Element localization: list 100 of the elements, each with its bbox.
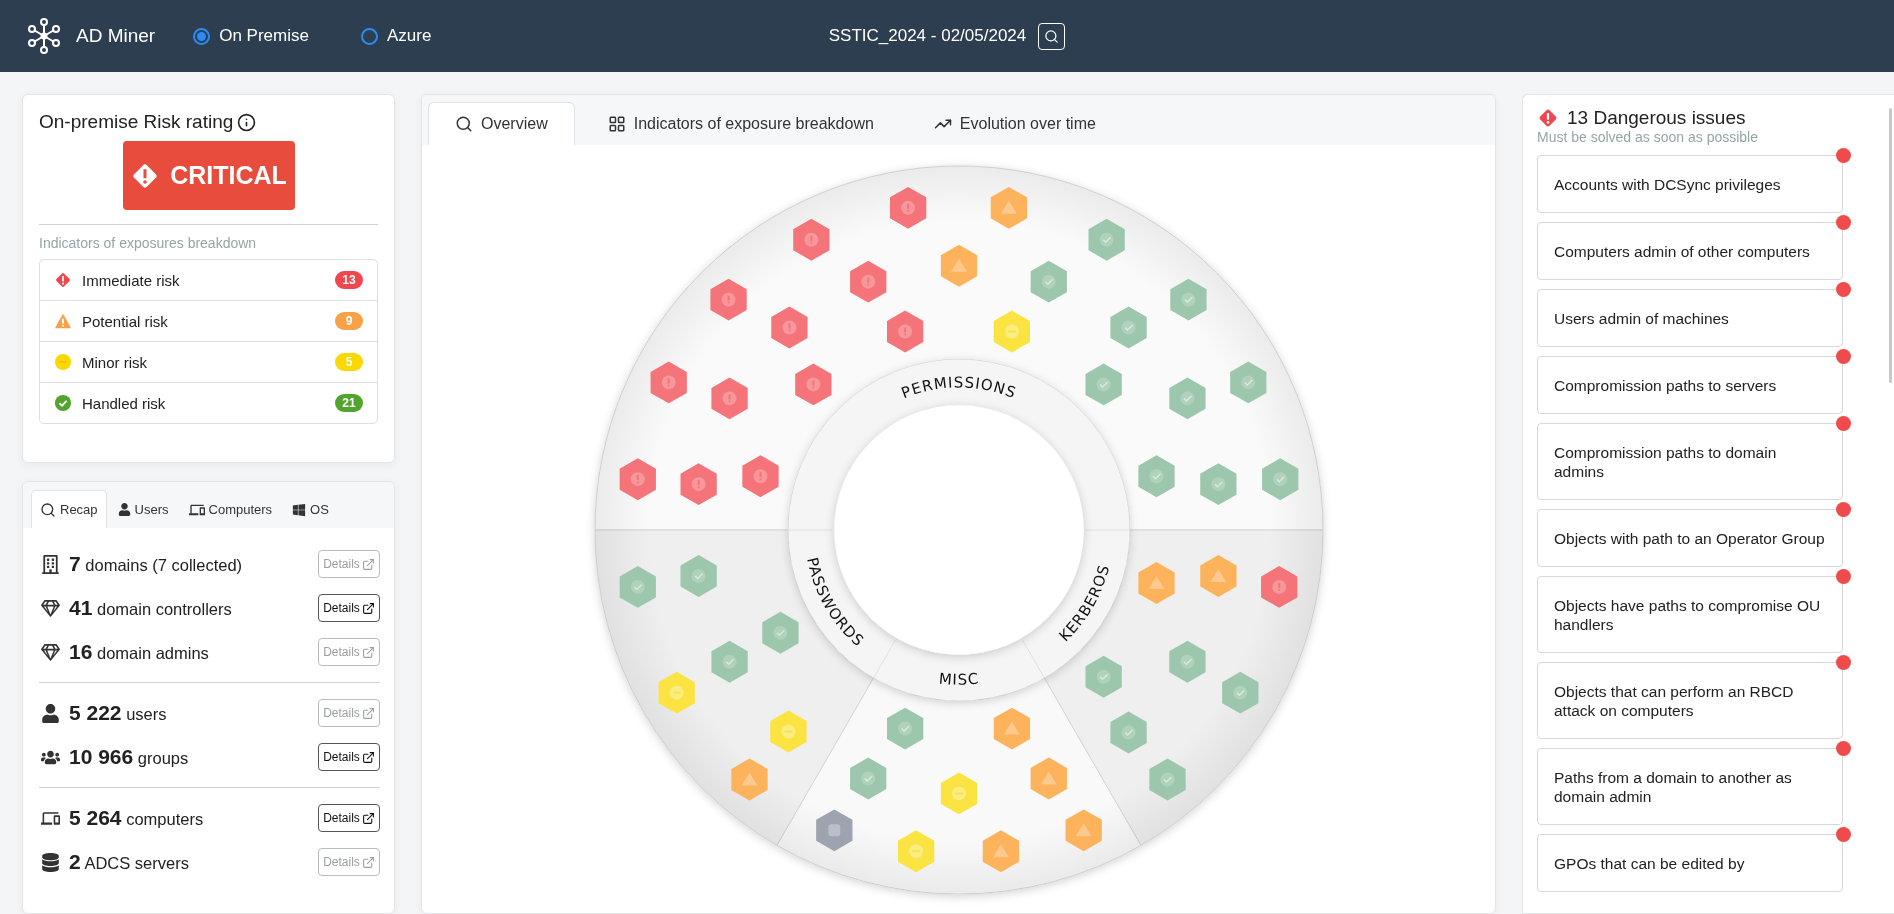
hexagon-marker[interactable] <box>680 463 717 505</box>
view-tab[interactable]: Overview <box>428 101 575 145</box>
view-tab[interactable]: Evolution over time <box>906 101 1123 145</box>
search-button[interactable] <box>1038 22 1066 50</box>
hexagon-marker[interactable] <box>1065 809 1102 852</box>
app-name: AD Miner <box>76 25 156 47</box>
hexagon-marker[interactable] <box>650 361 687 404</box>
hexagon-marker[interactable] <box>619 565 656 608</box>
details-button[interactable]: Details <box>318 594 380 622</box>
hexagon-marker[interactable] <box>1222 671 1259 714</box>
issue-card[interactable]: Compromission paths to domain admins <box>1537 423 1843 500</box>
gem-icon <box>39 642 61 662</box>
hexagon-marker[interactable] <box>982 830 1020 873</box>
issue-card[interactable]: Objects have paths to compromise OU handlers <box>1537 576 1843 653</box>
hexagon-marker[interactable] <box>710 278 747 321</box>
hexagon-marker[interactable] <box>1138 455 1175 497</box>
hexagon-marker[interactable] <box>993 707 1030 750</box>
recap-tab[interactable]: Recap <box>31 490 107 528</box>
hexagon-marker[interactable] <box>680 554 717 597</box>
search-icon <box>40 501 56 518</box>
hexagon-marker[interactable] <box>990 186 1027 229</box>
hexagon-marker[interactable] <box>770 710 807 753</box>
hexagon-marker[interactable] <box>711 377 748 420</box>
risk-level-label: Handled risk <box>82 394 167 412</box>
hexagon-marker[interactable] <box>1110 711 1147 754</box>
hexagon-marker[interactable] <box>1085 363 1122 406</box>
hexagon-marker[interactable] <box>816 809 853 852</box>
issue-card[interactable]: Objects that can perform an RBCD attack on computers <box>1537 662 1843 739</box>
external-link-icon <box>361 557 375 571</box>
details-button[interactable]: Details <box>318 804 380 832</box>
issue-card[interactable]: GPOs that can be edited by <box>1537 834 1843 892</box>
hexagon-marker[interactable] <box>993 310 1030 353</box>
issue-card[interactable]: Compromission paths to servers <box>1537 356 1843 414</box>
recap-tab[interactable]: OS <box>283 490 338 528</box>
details-button[interactable]: Details <box>318 743 380 771</box>
hexagon-marker[interactable] <box>1088 218 1125 261</box>
hexagon-marker[interactable] <box>1261 565 1298 608</box>
hexagon-marker[interactable] <box>890 186 927 229</box>
hexagon-marker[interactable] <box>742 455 779 497</box>
issue-card[interactable]: Objects with path to an Operator Group <box>1537 509 1843 567</box>
radio-button[interactable] <box>193 27 211 45</box>
status-dot <box>1836 655 1851 670</box>
external-link-icon <box>361 811 375 825</box>
risk-rating-badge: CRITICAL <box>122 141 295 210</box>
hexagon-marker[interactable] <box>1138 561 1175 604</box>
hexagon-marker[interactable] <box>1030 757 1067 800</box>
hexagon-marker[interactable] <box>731 758 768 801</box>
issue-card[interactable]: Users admin of machines <box>1537 289 1843 347</box>
hexagon-marker[interactable] <box>850 757 887 800</box>
hexagon-marker[interactable] <box>887 310 924 353</box>
hexagon-marker[interactable] <box>1170 278 1207 321</box>
info-icon[interactable] <box>237 112 257 132</box>
hexagon-marker[interactable] <box>940 772 978 815</box>
hexagon-marker[interactable] <box>850 260 887 303</box>
handled-risk-icon <box>54 394 72 412</box>
category-label: MISC <box>938 669 980 689</box>
hexagon-marker[interactable] <box>897 830 935 873</box>
hexagon-marker[interactable] <box>940 244 978 287</box>
view-tab[interactable]: Indicators of exposure breakdown <box>580 101 901 145</box>
risk-level-label: Potential risk <box>82 312 169 330</box>
recap-tab[interactable]: Users <box>108 490 178 528</box>
external-link-icon <box>361 855 375 869</box>
mode-radio[interactable]: On Premise <box>193 26 309 46</box>
building-icon <box>39 554 61 574</box>
count-badge: 21 <box>335 394 363 412</box>
hexagon-marker[interactable] <box>793 218 830 261</box>
hexagon-marker[interactable] <box>711 640 748 683</box>
radio-button[interactable] <box>360 27 378 45</box>
hexagon-marker[interactable] <box>1149 758 1186 801</box>
hexagon-marker[interactable] <box>1262 458 1299 500</box>
stat-text: 5 264 computers <box>69 806 205 830</box>
hexagon-marker[interactable] <box>1200 463 1237 505</box>
hexagon-marker[interactable] <box>887 707 924 750</box>
issue-card[interactable]: Accounts with DCSync privileges <box>1537 155 1843 213</box>
hexagon-marker[interactable] <box>1169 640 1206 683</box>
mode-radio[interactable]: Azure <box>360 26 432 46</box>
hexagon-marker[interactable] <box>762 611 799 654</box>
hexagon-marker[interactable] <box>1085 655 1122 698</box>
scrollbar[interactable] <box>1889 108 1892 383</box>
issue-card[interactable]: Paths from a domain to another as domain admin <box>1537 748 1843 825</box>
hexagon-marker[interactable] <box>658 671 695 714</box>
hexagon-marker[interactable] <box>1200 554 1237 597</box>
hexagon-marker[interactable] <box>1169 377 1206 420</box>
hexagon-marker[interactable] <box>1110 306 1147 349</box>
card-subtitle: Must be solved as soon as possible <box>1537 129 1759 145</box>
hexagon-marker[interactable] <box>619 458 656 500</box>
issue-card[interactable]: Computers admin of other computers <box>1537 222 1843 280</box>
external-link-icon <box>361 706 375 720</box>
recap-tab[interactable]: Computers <box>179 490 282 528</box>
hexagon-marker[interactable] <box>1230 361 1267 404</box>
hexagon-marker[interactable] <box>795 363 832 406</box>
stat-text: 5 222 users <box>69 701 168 725</box>
stat-text: 41 domain controllers <box>69 596 233 620</box>
external-link-icon <box>361 750 375 764</box>
hexagon-marker[interactable] <box>771 306 808 349</box>
hexagon-marker[interactable] <box>1030 260 1067 303</box>
status-dot <box>1836 282 1851 297</box>
stat-text: 10 966 groups <box>69 745 190 769</box>
dataset-title: SSTIC_2024 - 02/05/2024 <box>828 26 1027 46</box>
grid-icon <box>607 114 626 133</box>
